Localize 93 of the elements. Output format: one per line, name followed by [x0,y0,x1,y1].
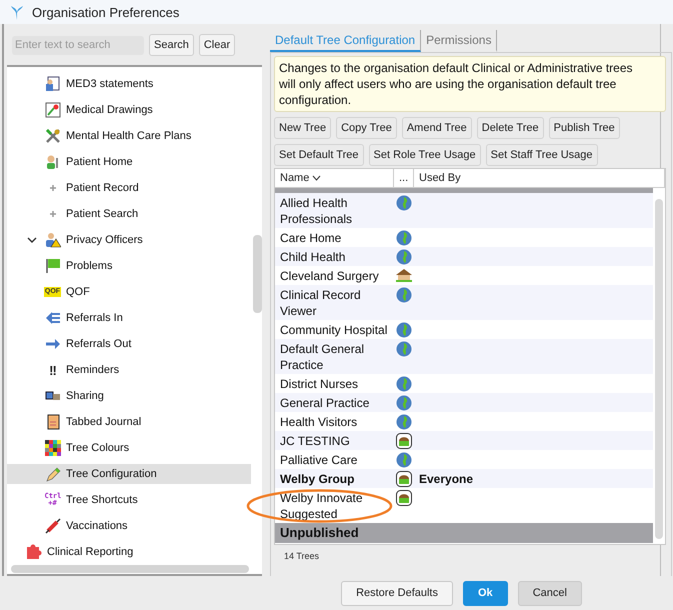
drawing-icon [44,102,60,118]
toolbar-button[interactable]: Publish Tree [548,117,620,139]
tree-item[interactable]: Clinical Reporting [7,542,251,562]
globe-icon [396,322,412,338]
tree-name-cell-text: General Practice [279,395,370,412]
toolbar-button[interactable]: Amend Tree [402,117,472,139]
globe-icon [396,414,412,430]
certificate-icon [44,76,60,92]
toolbar-button[interactable]: New Tree [274,117,332,139]
tree-name-cell-text: Welby Innovate Suggested [279,490,364,523]
tree-name-cell-text: Care Home [279,230,342,247]
tree-name-cell-text: Health Visitors [279,414,358,431]
tree-item[interactable]: Tree Colours [7,438,251,458]
pencil-icon [44,466,60,482]
tree-item[interactable]: !! Reminders [7,360,251,380]
scrollbar-thumb[interactable] [11,565,249,573]
tree-name-cell-text: Cleveland Surgery [279,268,380,285]
window-title: Organisation Preferences [32,4,180,20]
column-header[interactable]: ... [394,169,414,187]
ok-button[interactable]: Ok [463,580,508,606]
table-row[interactable]: Default General Practice [275,339,653,374]
scrollbar-thumb[interactable] [655,199,663,539]
search-button[interactable]: Search [149,34,194,56]
toolbar-button[interactable]: Delete Tree [476,117,544,139]
house-icon [396,471,412,487]
house-icon [396,490,412,506]
table-row[interactable]: Clinical Record Viewer [275,285,653,320]
column-header[interactable]: Name [275,169,394,187]
table-row[interactable]: Child Health [275,247,653,266]
syringe-icon [44,518,60,534]
globe-icon [396,287,412,303]
toolbar-button[interactable]: Copy Tree [336,117,397,139]
tree-name-cell-text: JC TESTING [279,433,351,450]
globe-icon [396,395,412,411]
globe-icon [396,341,412,357]
tree-item[interactable]: Sharing [7,386,251,406]
tree-name-cell-text: Allied Health Professionals [279,195,354,228]
globe-icon [396,376,412,392]
puzzle-icon [26,544,42,560]
tree-item[interactable]: Patient Record [7,178,251,198]
info-notice: Changes to the organisation default Clinical or Administrative trees will only affect users who are using the organisation default tree configuration. [274,56,666,112]
house-icon [395,268,413,282]
used-by-cell-text: Everyone [418,471,474,488]
tree-item[interactable]: Referrals Out [7,334,251,354]
tree-item[interactable]: Patient Home [7,152,251,172]
tree-item[interactable]: Vaccinations [7,516,251,536]
column-header[interactable]: Used By [414,169,665,187]
restore-defaults-button[interactable]: Restore Defaults [341,580,453,606]
globe-icon [396,249,412,265]
group-header: Unpublished [275,523,653,543]
tree-item[interactable]: Medical Drawings [7,100,251,120]
globe-icon [396,195,412,211]
house-icon [396,433,412,449]
globe-icon [396,452,412,468]
tree-name-cell-text: Child Health [279,249,346,266]
warning-icon [44,232,60,248]
tree-item[interactable]: MED3 statements [7,74,251,94]
scrollbar-thumb[interactable] [253,235,262,313]
table-row[interactable]: JC TESTING [275,431,653,450]
tree-item[interactable]: Tree Configuration [7,464,251,484]
app-logo-icon [10,4,24,20]
tree-count: 14 Trees [283,550,320,561]
tree-item[interactable]: Tabbed Journal [7,412,251,432]
tree-item[interactable]: Referrals In [7,308,251,328]
tree-name-cell-text: Palliative Care [279,452,358,469]
exclaim-icon: !! [49,362,56,378]
tree-item[interactable]: Mental Health Care Plans [7,126,251,146]
search-field[interactable]: Enter text to search [12,36,144,54]
cancel-button[interactable]: Cancel [518,580,582,606]
flag-icon [44,258,60,274]
tree-name-cell-text: Clinical Record Viewer [279,287,362,320]
sort-caret-icon [312,175,322,181]
chevron-down-icon[interactable] [27,236,37,244]
toolbar-button[interactable]: Set Default Tree [274,144,364,166]
toolbar-button[interactable]: Set Role Tree Usage [368,144,481,166]
table-row[interactable]: General Practice [275,393,653,412]
tree-name-cell-text: Community Hospital [279,322,388,339]
tree-item[interactable]: Privacy Officers [7,230,251,250]
table-row[interactable]: Allied Health Professionals [275,193,653,228]
toolbar-button[interactable]: Set Staff Tree Usage [486,144,598,166]
tools-icon [44,128,60,144]
clear-button[interactable]: Clear [198,34,236,56]
tree-name-cell-text: District Nurses [279,376,360,393]
tree-name-cell-text: Welby Group [279,471,356,488]
table-row[interactable]: Welby Group Everyone [275,469,653,488]
journal-icon [44,414,60,430]
tree-item[interactable]: Problems [7,256,251,276]
grid-icon [44,440,60,456]
person-icon [44,154,60,170]
globe-icon [396,230,412,246]
tree-item[interactable]: Patient Search [7,204,251,224]
tree-name-cell-text: Default General Practice [279,341,366,374]
tab[interactable]: Permissions [421,30,498,52]
